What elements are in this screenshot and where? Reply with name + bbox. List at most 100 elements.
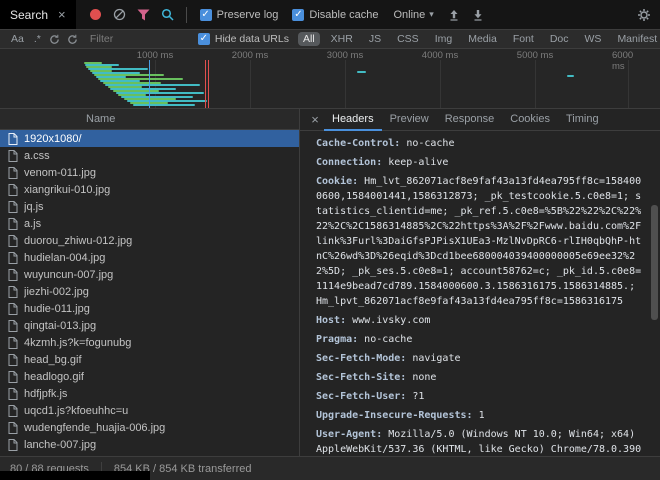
filter-pill-css[interactable]: CSS [392, 32, 424, 46]
close-icon[interactable]: × [58, 7, 66, 22]
disable-cache-checkbox[interactable]: ✓ Disable cache [292, 9, 378, 21]
request-row[interactable]: headlogo.gif [0, 368, 299, 385]
request-row[interactable]: lanche-007.jpg [0, 436, 299, 453]
search-drawer-tab[interactable]: Search × [0, 0, 76, 29]
request-row[interactable]: duorou_zhiwu-012.jpg [0, 232, 299, 249]
filter-pill-js[interactable]: JS [364, 32, 386, 46]
upload-icon [448, 9, 460, 21]
funnel-icon [137, 9, 150, 21]
clear-button[interactable] [108, 4, 132, 26]
tab-timing[interactable]: Timing [558, 109, 607, 131]
request-row[interactable]: jiezhi-002.jpg [0, 283, 299, 300]
tab-preview[interactable]: Preview [382, 109, 437, 131]
header-value: navigate [412, 353, 460, 364]
request-row[interactable]: hdfjpfk.js [0, 385, 299, 402]
header-row: User-Agent: Mozilla/5.0 (Windows NT 10.0… [316, 427, 644, 456]
network-panels: Name 1920x1080/a.cssvenom-011.jpgxiangri… [0, 109, 660, 456]
filter-pill-xhr[interactable]: XHR [326, 32, 358, 46]
file-icon [8, 252, 18, 264]
request-name: duorou_zhiwu-012.jpg [24, 235, 132, 247]
request-row[interactable]: qingtai-013.jpg [0, 317, 299, 334]
name-column-header[interactable]: Name [0, 109, 299, 130]
export-har-button[interactable] [466, 4, 490, 26]
throttling-select[interactable]: Online ▾ [393, 9, 433, 21]
request-row[interactable]: wudengfende_huajia-006.jpg [0, 419, 299, 436]
refresh-alt-button[interactable] [64, 28, 82, 50]
filter-pill-font[interactable]: Font [508, 32, 539, 46]
request-name: headlogo.gif [24, 371, 84, 383]
download-icon [472, 9, 484, 21]
filter-pill-all[interactable]: All [298, 32, 320, 46]
filter-pill-media[interactable]: Media [463, 32, 502, 46]
header-row: Sec-Fetch-Site: none [316, 370, 644, 385]
file-icon [8, 201, 18, 213]
request-details-panel: × HeadersPreviewResponseCookiesTiming Ca… [300, 109, 660, 456]
request-row[interactable]: wuyuncun-007.jpg [0, 266, 299, 283]
request-row[interactable]: hudielan-004.jpg [0, 249, 299, 266]
request-name: 4kzmh.js?k=fogunubg [24, 337, 131, 349]
tab-response[interactable]: Response [437, 109, 503, 131]
request-row[interactable]: xiangrikui-010.jpg [0, 181, 299, 198]
filter-pill-manifest[interactable]: Manifest [612, 32, 660, 46]
filter-pill-ws[interactable]: WS [580, 32, 607, 46]
request-row[interactable]: 1920x1080/ [0, 130, 299, 147]
filter-pill-img[interactable]: Img [430, 32, 458, 46]
header-value: Hm_lvt_862071acf8e9faf43a13fd4ea795ff8c=… [316, 176, 641, 307]
file-icon [8, 235, 18, 247]
file-icon [8, 269, 18, 281]
filter-pill-doc[interactable]: Doc [545, 32, 574, 46]
import-har-button[interactable] [442, 4, 466, 26]
details-tab-strip: HeadersPreviewResponseCookiesTiming [324, 109, 607, 130]
timeline-gridline [250, 60, 251, 108]
search-button[interactable] [156, 4, 180, 26]
request-row[interactable]: uqcd1.js?kfoeuhhc=u [0, 402, 299, 419]
network-overview-timeline[interactable]: 1000 ms2000 ms3000 ms4000 ms5000 ms6000 … [0, 49, 660, 109]
header-value: keep-alive [388, 157, 448, 168]
devtools-window: Search × ✓ Preserve log ✓ Disable cache … [0, 0, 660, 480]
chevron-down-icon: ▾ [429, 9, 434, 20]
refresh-icon [67, 34, 78, 45]
record-button[interactable] [84, 4, 108, 26]
header-row: Sec-Fetch-User: ?1 [316, 389, 644, 404]
throttling-value: Online [393, 9, 425, 21]
scrollbar-thumb[interactable] [651, 205, 658, 320]
request-row[interactable]: a.css [0, 147, 299, 164]
regex-toggle[interactable]: .* [34, 33, 41, 45]
request-row[interactable]: hudie-011.jpg [0, 300, 299, 317]
close-details-icon[interactable]: × [306, 112, 324, 127]
settings-button[interactable] [632, 4, 656, 26]
hide-data-urls-label: Hide data URLs [215, 33, 289, 45]
checkbox-checked-icon: ✓ [198, 33, 210, 45]
filter-input[interactable] [88, 32, 192, 46]
network-main-toolbar: Search × ✓ Preserve log ✓ Disable cache … [0, 0, 660, 30]
request-name: hdfjpfk.js [24, 388, 67, 400]
request-row[interactable]: venom-011.jpg [0, 164, 299, 181]
preserve-log-label: Preserve log [217, 9, 279, 21]
preserve-log-checkbox[interactable]: ✓ Preserve log [200, 9, 279, 21]
refresh-icon [49, 34, 60, 45]
file-icon [8, 354, 18, 366]
details-tabs: × HeadersPreviewResponseCookiesTiming [300, 109, 660, 131]
timeline-tick-label: 1000 ms [137, 50, 173, 61]
header-name: Upgrade-Insecure-Requests: [316, 410, 479, 421]
match-case-toggle[interactable]: Aa [11, 33, 24, 45]
gear-icon [637, 8, 651, 22]
request-row[interactable]: 4kzmh.js?k=fogunubg [0, 334, 299, 351]
header-value: 1 [479, 410, 485, 421]
request-row[interactable]: head_bg.gif [0, 351, 299, 368]
request-name: hudielan-004.jpg [24, 252, 105, 264]
file-icon [8, 320, 18, 332]
tab-cookies[interactable]: Cookies [502, 109, 558, 131]
filter-button[interactable] [132, 4, 156, 26]
tab-headers[interactable]: Headers [324, 109, 382, 131]
hide-data-urls-checkbox[interactable]: ✓ Hide data URLs [198, 33, 289, 45]
request-name: hudie-011.jpg [24, 303, 90, 315]
timeline-gridline [440, 60, 441, 108]
checkbox-checked-icon: ✓ [292, 9, 304, 21]
details-scrollbar[interactable] [651, 135, 658, 452]
request-row[interactable]: jq.js [0, 198, 299, 215]
request-row[interactable]: a.js [0, 215, 299, 232]
header-row: Cache-Control: no-cache [316, 136, 644, 151]
refresh-button[interactable] [46, 28, 64, 50]
clear-icon [113, 8, 126, 21]
